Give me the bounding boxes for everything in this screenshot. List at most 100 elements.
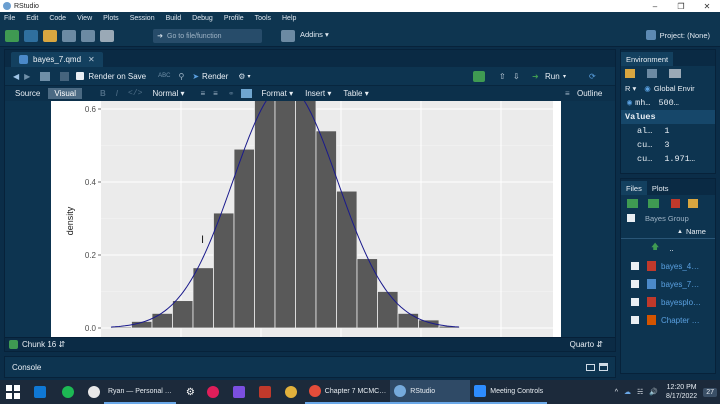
menu-tools[interactable]: Tools <box>255 15 271 22</box>
menu-debug[interactable]: Debug <box>192 15 213 22</box>
new-project-icon[interactable] <box>24 29 38 42</box>
addins-menu[interactable]: Addins ▾ <box>300 30 329 39</box>
render-button[interactable]: Render <box>202 72 228 81</box>
show-in-window-icon[interactable] <box>40 71 51 81</box>
env-value-row[interactable]: cu… 3 <box>621 138 715 152</box>
visual-mode-button[interactable]: Visual <box>48 88 83 99</box>
outline-icon[interactable]: ≡ <box>565 89 570 98</box>
volume-icon[interactable]: 🔊 <box>649 388 658 396</box>
environment-scope-select[interactable]: Global Envir <box>654 84 695 93</box>
file-checkbox[interactable] <box>631 280 639 288</box>
outlook-icon[interactable] <box>34 386 46 398</box>
save-workspace-icon[interactable] <box>647 69 657 78</box>
taskbar-meeting-controls[interactable]: Meeting Controls <box>470 380 548 404</box>
menu-session[interactable]: Session <box>130 15 155 22</box>
env-value-row[interactable]: cu… 1.971… <box>621 152 715 166</box>
select-all-checkbox[interactable] <box>627 214 635 222</box>
windows-start-icon[interactable] <box>6 385 20 399</box>
tab-plots[interactable]: Plots <box>647 181 674 195</box>
image-icon[interactable] <box>240 89 252 98</box>
file-checkbox[interactable] <box>631 316 639 324</box>
settings-gear-icon[interactable]: ⚙ <box>186 387 195 398</box>
new-folder-icon[interactable] <box>627 198 638 208</box>
language-select[interactable]: R ▾ <box>625 84 636 93</box>
chunk-navigator[interactable]: Chunk 16 ⇵ <box>22 340 65 349</box>
go-up-icon[interactable]: ⇧ <box>499 72 506 81</box>
close-tab-icon[interactable]: ✕ <box>88 55 95 64</box>
render-icon[interactable]: ➤ <box>192 72 199 81</box>
run-icon[interactable]: ➜ <box>532 72 539 81</box>
console-maximize-icon[interactable] <box>599 363 608 371</box>
paragraph-style-select[interactable]: Normal ▾ <box>152 89 184 98</box>
code-icon[interactable]: </> <box>128 89 142 98</box>
expand-data-icon[interactable]: ◉ <box>627 98 632 108</box>
app-icon[interactable] <box>258 386 271 398</box>
minimize-button[interactable]: – <box>642 0 668 12</box>
save-doc-icon[interactable] <box>60 71 70 81</box>
menu-edit[interactable]: Edit <box>26 15 38 22</box>
bold-icon[interactable]: B <box>100 89 106 98</box>
clock[interactable]: 12:20 PM 8/17/2022 <box>666 383 697 401</box>
run-chevron-icon[interactable]: ▾ <box>563 73 566 80</box>
spotify-icon[interactable] <box>62 386 74 398</box>
table-menu[interactable]: Table ▾ <box>343 89 368 98</box>
save-all-icon[interactable] <box>81 29 95 42</box>
wifi-icon[interactable]: ☵ <box>637 388 643 396</box>
notification-badge[interactable]: 27 <box>703 387 717 397</box>
open-file-icon[interactable] <box>43 29 57 42</box>
col-name[interactable]: Name <box>686 227 706 236</box>
italic-icon[interactable]: I <box>116 89 118 98</box>
settings-gear-icon[interactable]: ⚙ <box>238 72 245 81</box>
rename-icon[interactable] <box>688 198 698 208</box>
doc-type-select[interactable]: Quarto ⇵ <box>570 340 603 349</box>
file-row[interactable]: bayesplo… <box>621 293 715 311</box>
close-button[interactable]: ✕ <box>694 0 720 12</box>
files-app-icon[interactable] <box>284 386 297 398</box>
file-row[interactable]: bayes_4… <box>621 257 715 275</box>
menu-profile[interactable]: Profile <box>224 15 244 22</box>
taskbar-rstudio[interactable]: RStudio <box>390 380 471 404</box>
env-data-row[interactable]: ◉ mh… 500… <box>621 96 715 110</box>
obsidian-icon[interactable] <box>232 386 245 398</box>
load-workspace-icon[interactable] <box>625 69 635 78</box>
new-file-icon[interactable] <box>5 29 19 42</box>
file-checkbox[interactable] <box>631 262 639 270</box>
console-pane[interactable]: Console <box>4 356 616 378</box>
back-arrow-icon[interactable]: ◀ <box>13 72 19 81</box>
slack-icon[interactable] <box>206 386 219 398</box>
delete-icon[interactable] <box>671 198 680 208</box>
find-icon[interactable]: ⚲ <box>178 72 184 81</box>
project-menu[interactable]: Project: (None) <box>645 30 710 40</box>
tray-chevron-icon[interactable]: ^ <box>615 389 618 396</box>
file-name[interactable]: bayesplo… <box>661 298 701 307</box>
edge-icon[interactable] <box>88 386 100 398</box>
menu-file[interactable]: File <box>4 15 15 22</box>
forward-arrow-icon[interactable]: ▶ <box>24 72 30 81</box>
pane-layout-icon[interactable] <box>281 29 295 42</box>
tab-bayes-7[interactable]: bayes_7.qmd ✕ <box>11 52 103 67</box>
tab-files[interactable]: Files <box>621 181 647 195</box>
settings-chevron-icon[interactable]: ▾ <box>247 73 250 80</box>
env-value-row[interactable]: al… 1 <box>621 124 715 138</box>
go-down-icon[interactable]: ⇩ <box>513 72 520 81</box>
upload-icon[interactable] <box>648 198 659 208</box>
menu-build[interactable]: Build <box>166 15 182 22</box>
cloud-icon[interactable]: ☁ <box>624 388 631 396</box>
publish-icon[interactable]: ⟳ <box>589 72 596 81</box>
tab-environment[interactable]: Environment <box>621 52 674 66</box>
bullet-list-icon[interactable]: ≡ <box>200 89 205 98</box>
save-icon[interactable] <box>62 29 76 42</box>
render-on-save-checkbox[interactable] <box>76 72 85 80</box>
link-icon[interactable]: ⚭ <box>228 89 235 98</box>
menu-plots[interactable]: Plots <box>103 15 119 22</box>
file-row-up[interactable]: 🡅 .. <box>621 239 715 257</box>
taskbar-personal[interactable]: Ryan — Personal … <box>104 380 176 404</box>
menu-code[interactable]: Code <box>49 15 66 22</box>
print-icon[interactable] <box>100 29 114 42</box>
file-name[interactable]: bayes_4… <box>661 262 699 271</box>
numbered-list-icon[interactable]: ≡ <box>213 89 218 98</box>
spellcheck-icon[interactable]: ABC <box>158 73 170 79</box>
goto-file-input[interactable]: ➜ Go to file/function <box>153 29 262 43</box>
outline-button[interactable]: Outline <box>577 89 602 98</box>
file-checkbox[interactable] <box>631 298 639 306</box>
